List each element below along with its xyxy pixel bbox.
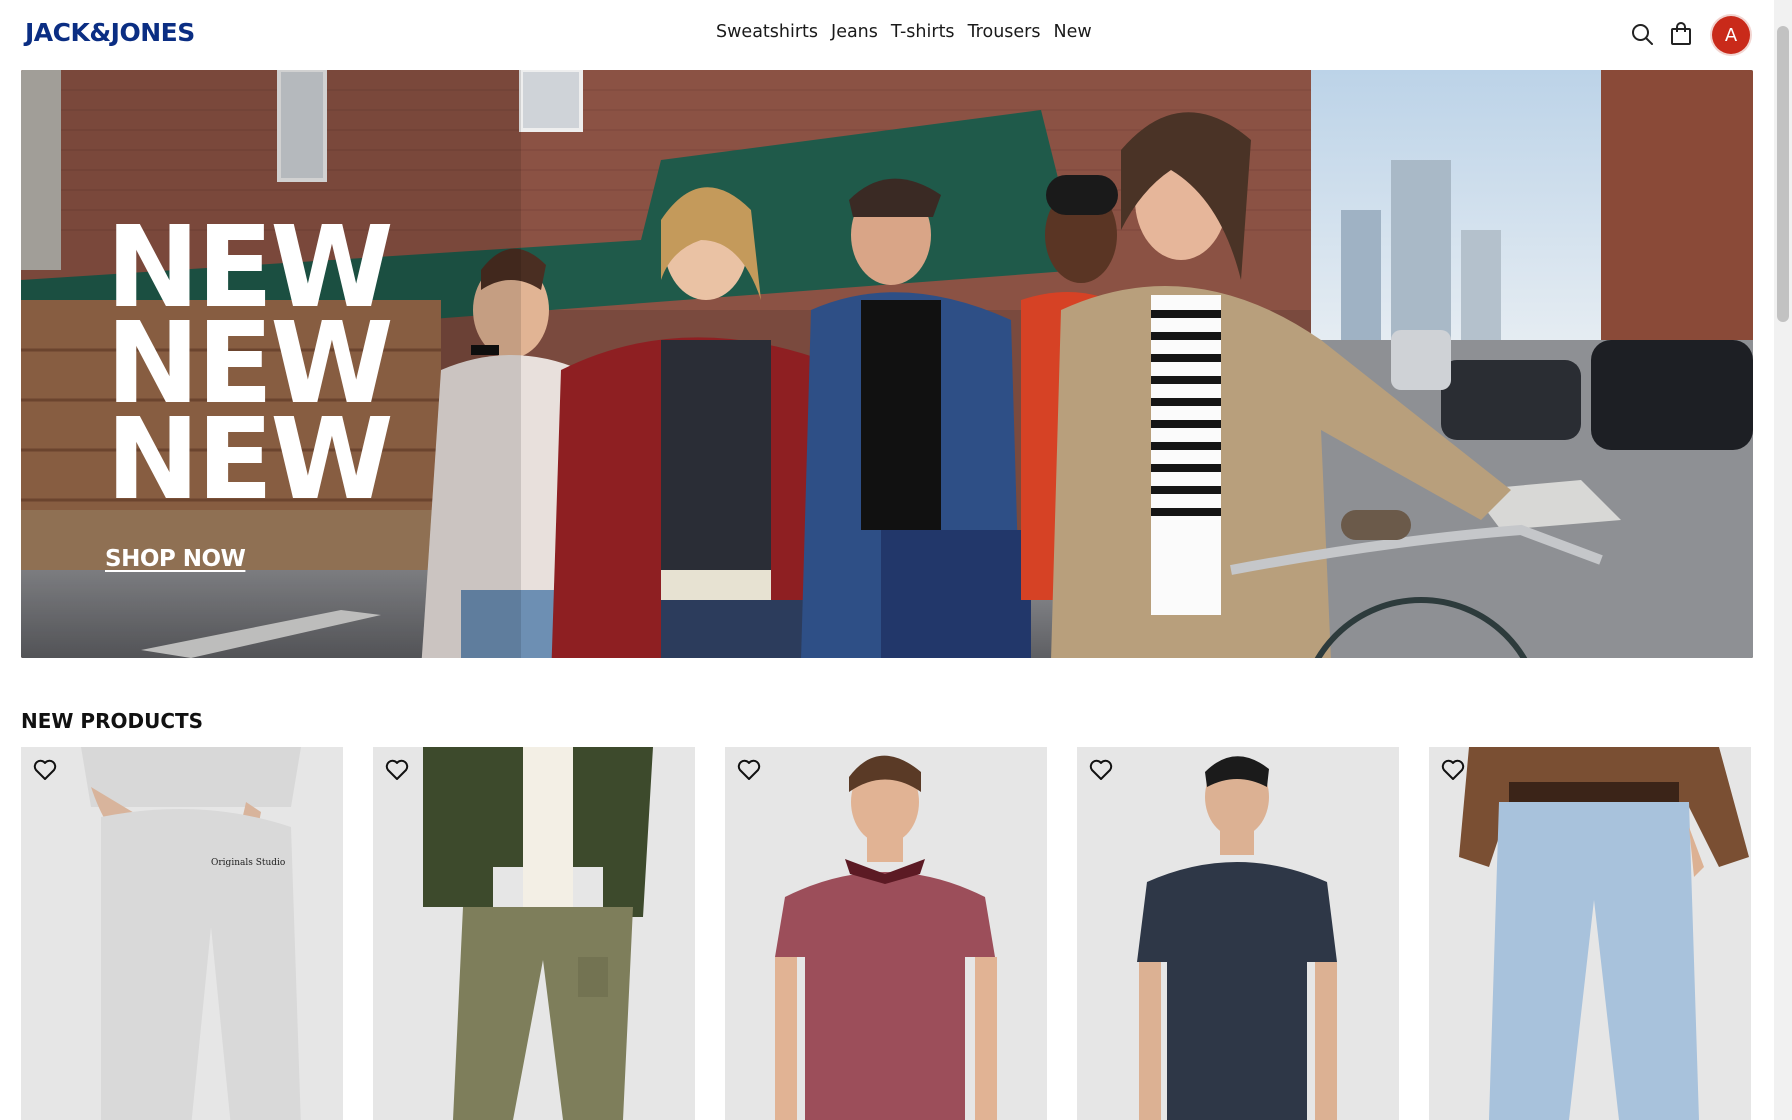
scrollbar-thumb[interactable] — [1777, 26, 1789, 322]
product-card[interactable] — [1429, 747, 1751, 1120]
hero-headline: NEW NEW NEW — [106, 212, 394, 525]
heart-icon — [33, 759, 57, 780]
brand-logo[interactable]: JACK&JONES — [25, 18, 195, 47]
product-image — [373, 747, 695, 1120]
favorite-button[interactable] — [33, 759, 61, 787]
product-image — [725, 747, 1047, 1120]
nav-item-new[interactable]: New — [1054, 22, 1092, 42]
heart-icon — [385, 759, 409, 780]
favorite-button[interactable] — [737, 759, 765, 787]
product-grid: Originals Studio — [21, 747, 1753, 1120]
product-card[interactable] — [725, 747, 1047, 1120]
product-image — [1077, 747, 1399, 1120]
nav-item-t-shirts[interactable]: T-shirts — [891, 22, 955, 42]
main-nav: Sweatshirts Jeans T-shirts Trousers New — [716, 22, 1092, 42]
heart-icon — [1089, 759, 1113, 780]
hero-banner[interactable]: NEW NEW NEW SHOP NOW — [21, 70, 1753, 658]
search-icon — [1632, 24, 1653, 45]
nav-item-trousers[interactable]: Trousers — [968, 22, 1041, 42]
shop-now-link[interactable]: SHOP NOW — [105, 546, 246, 572]
product-card[interactable] — [1077, 747, 1399, 1120]
product-image — [1429, 747, 1751, 1120]
favorite-button[interactable] — [1089, 759, 1117, 787]
hero-headline-line: NEW — [106, 395, 394, 525]
favorite-button[interactable] — [385, 759, 413, 787]
user-avatar[interactable]: A — [1712, 16, 1750, 54]
nav-item-sweatshirts[interactable]: Sweatshirts — [716, 22, 818, 42]
product-card[interactable] — [373, 747, 695, 1120]
heart-icon — [737, 759, 761, 780]
heart-icon — [1441, 759, 1465, 780]
shopping-bag-icon — [1671, 22, 1691, 45]
nav-item-jeans[interactable]: Jeans — [831, 22, 878, 42]
shopping-bag-button[interactable] — [1665, 18, 1697, 50]
product-image: Originals Studio — [21, 747, 343, 1120]
search-button[interactable] — [1626, 18, 1658, 50]
section-title-new-products: NEW PRODUCTS — [21, 709, 204, 733]
page-scrollbar[interactable] — [1774, 0, 1792, 1120]
svg-text:Originals Studio: Originals Studio — [211, 858, 285, 868]
favorite-button[interactable] — [1441, 759, 1469, 787]
site-header: JACK&JONES Sweatshirts Jeans T-shirts Tr… — [0, 0, 1774, 68]
product-card[interactable]: Originals Studio — [21, 747, 343, 1120]
